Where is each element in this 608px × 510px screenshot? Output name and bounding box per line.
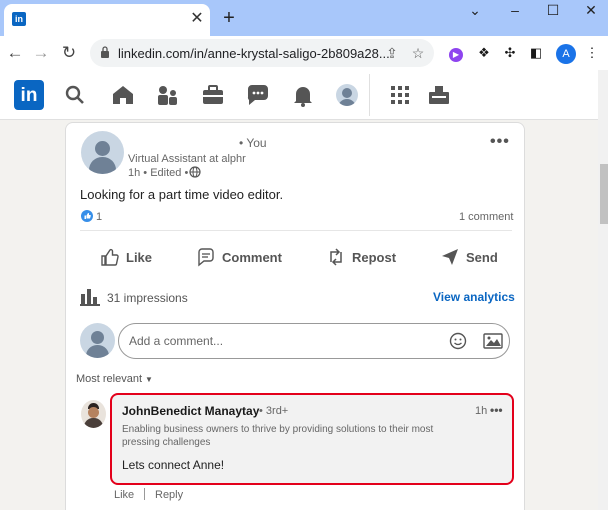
comment-icon xyxy=(198,248,214,267)
close-window-icon[interactable]: ✕ xyxy=(576,2,606,22)
comment-input[interactable]: Add a comment... xyxy=(118,323,510,359)
repost-icon xyxy=(330,248,342,266)
comment-more-icon[interactable]: ••• xyxy=(490,403,503,417)
chevron-down-icon[interactable]: ⌄ xyxy=(460,2,490,22)
comment-button-label: Comment xyxy=(222,249,282,265)
post-more-icon[interactable]: ••• xyxy=(490,133,510,151)
post-author-avatar[interactable] xyxy=(81,131,124,174)
notifications-bell-icon[interactable] xyxy=(290,82,316,108)
post-timestamp: 1h • Edited • xyxy=(128,167,189,179)
comment-author-avatar[interactable] xyxy=(81,400,106,428)
scrollbar-thumb[interactable] xyxy=(600,164,608,224)
like-button[interactable]: Like xyxy=(100,245,152,269)
image-icon[interactable] xyxy=(483,332,503,350)
nav-divider xyxy=(369,74,370,116)
post-text: Looking for a part time video editor. xyxy=(80,187,284,202)
star-icon[interactable]: ☆ xyxy=(408,43,428,63)
browser-titlebar: in ✕ + ⌄ – ☐ ✕ xyxy=(0,0,608,36)
tab-close-icon[interactable]: ✕ xyxy=(188,10,206,28)
comments-count[interactable]: 1 comment xyxy=(459,211,513,223)
linkedin-logo[interactable]: in xyxy=(14,80,44,110)
reactions-count[interactable]: 1 xyxy=(96,211,102,223)
comment-reply-link[interactable]: Reply xyxy=(155,489,183,501)
puzzle-icon[interactable]: ✣ xyxy=(500,43,520,63)
advertise-icon[interactable] xyxy=(426,82,452,108)
send-button-label: Send xyxy=(466,249,498,265)
new-tab-icon[interactable]: + xyxy=(218,8,240,30)
me-avatar[interactable] xyxy=(336,84,358,106)
home-icon[interactable] xyxy=(110,82,136,108)
reload-icon[interactable]: ↻ xyxy=(58,42,80,64)
comment-button[interactable]: Comment xyxy=(196,245,282,269)
menu-dots-icon[interactable]: ⋮ xyxy=(582,43,602,63)
commenter-avatar[interactable] xyxy=(80,323,115,358)
comment-placeholder: Add a comment... xyxy=(129,334,224,348)
address-bar[interactable]: linkedin.com/in/anne-krystal-saligo-2b80… xyxy=(90,39,434,67)
comment-author-name[interactable]: JohnBenedict Manaytay xyxy=(122,404,259,418)
link-divider xyxy=(144,488,145,500)
browser-toolbar: ← → ↻ linkedin.com/in/anne-krystal-salig… xyxy=(0,36,608,70)
comment-like-link[interactable]: Like xyxy=(114,489,134,501)
post-author-headline: Virtual Assistant at alphr xyxy=(128,153,246,165)
post-visibility: • You xyxy=(239,136,267,150)
minimize-icon[interactable]: – xyxy=(500,2,530,22)
jobs-briefcase-icon[interactable] xyxy=(200,82,226,108)
url-text: linkedin.com/in/anne-krystal-saligo-2b80… xyxy=(118,46,390,61)
comment-time: 1h xyxy=(475,405,488,417)
comment-author-degree: • 3rd+ xyxy=(259,405,289,417)
browser-tab[interactable]: in ✕ xyxy=(4,4,210,36)
like-button-label: Like xyxy=(126,249,153,265)
comment-author-headline: Enabling business owners to thrive by pr… xyxy=(122,424,434,448)
messaging-icon[interactable] xyxy=(245,82,271,108)
sort-label: Most relevant xyxy=(76,373,143,385)
globe-icon xyxy=(189,166,201,178)
send-button[interactable]: Send xyxy=(440,245,498,269)
view-analytics-link[interactable]: View analytics xyxy=(433,290,515,304)
emoji-icon[interactable] xyxy=(449,332,467,350)
my-network-icon[interactable] xyxy=(155,82,181,108)
repost-button-label: Repost xyxy=(352,249,397,265)
search-icon[interactable] xyxy=(62,82,88,108)
linkedin-favicon-icon: in xyxy=(12,12,26,26)
lock-icon xyxy=(101,46,109,58)
maximize-icon[interactable]: ☐ xyxy=(538,2,568,22)
forward-icon[interactable]: → xyxy=(30,42,52,64)
like-reaction-icon xyxy=(81,210,93,222)
linkedin-navbar: in 1 21 xyxy=(0,70,598,168)
comment-text: Lets connect Anne! xyxy=(122,458,225,472)
divider xyxy=(80,230,512,231)
share-icon[interactable]: ⇪ xyxy=(382,43,402,63)
work-grid-icon[interactable] xyxy=(387,82,413,108)
extension-purple-icon[interactable]: ▶ xyxy=(446,43,466,63)
impressions-count: 31 impressions xyxy=(107,291,188,305)
thumbs-up-icon xyxy=(101,248,119,266)
send-icon xyxy=(442,249,458,265)
sidepanel-icon[interactable]: ◧ xyxy=(526,43,546,63)
page-scrollbar[interactable] xyxy=(598,70,608,510)
sort-dropdown[interactable]: Most relevant ▼ xyxy=(76,373,153,385)
profile-avatar[interactable]: A xyxy=(556,44,576,64)
back-icon[interactable]: ← xyxy=(4,42,26,64)
extension-icon[interactable]: ❖ xyxy=(474,43,494,63)
analytics-bar-icon xyxy=(80,289,100,306)
repost-button[interactable]: Repost xyxy=(326,245,396,269)
caret-down-icon: ▼ xyxy=(145,374,153,384)
